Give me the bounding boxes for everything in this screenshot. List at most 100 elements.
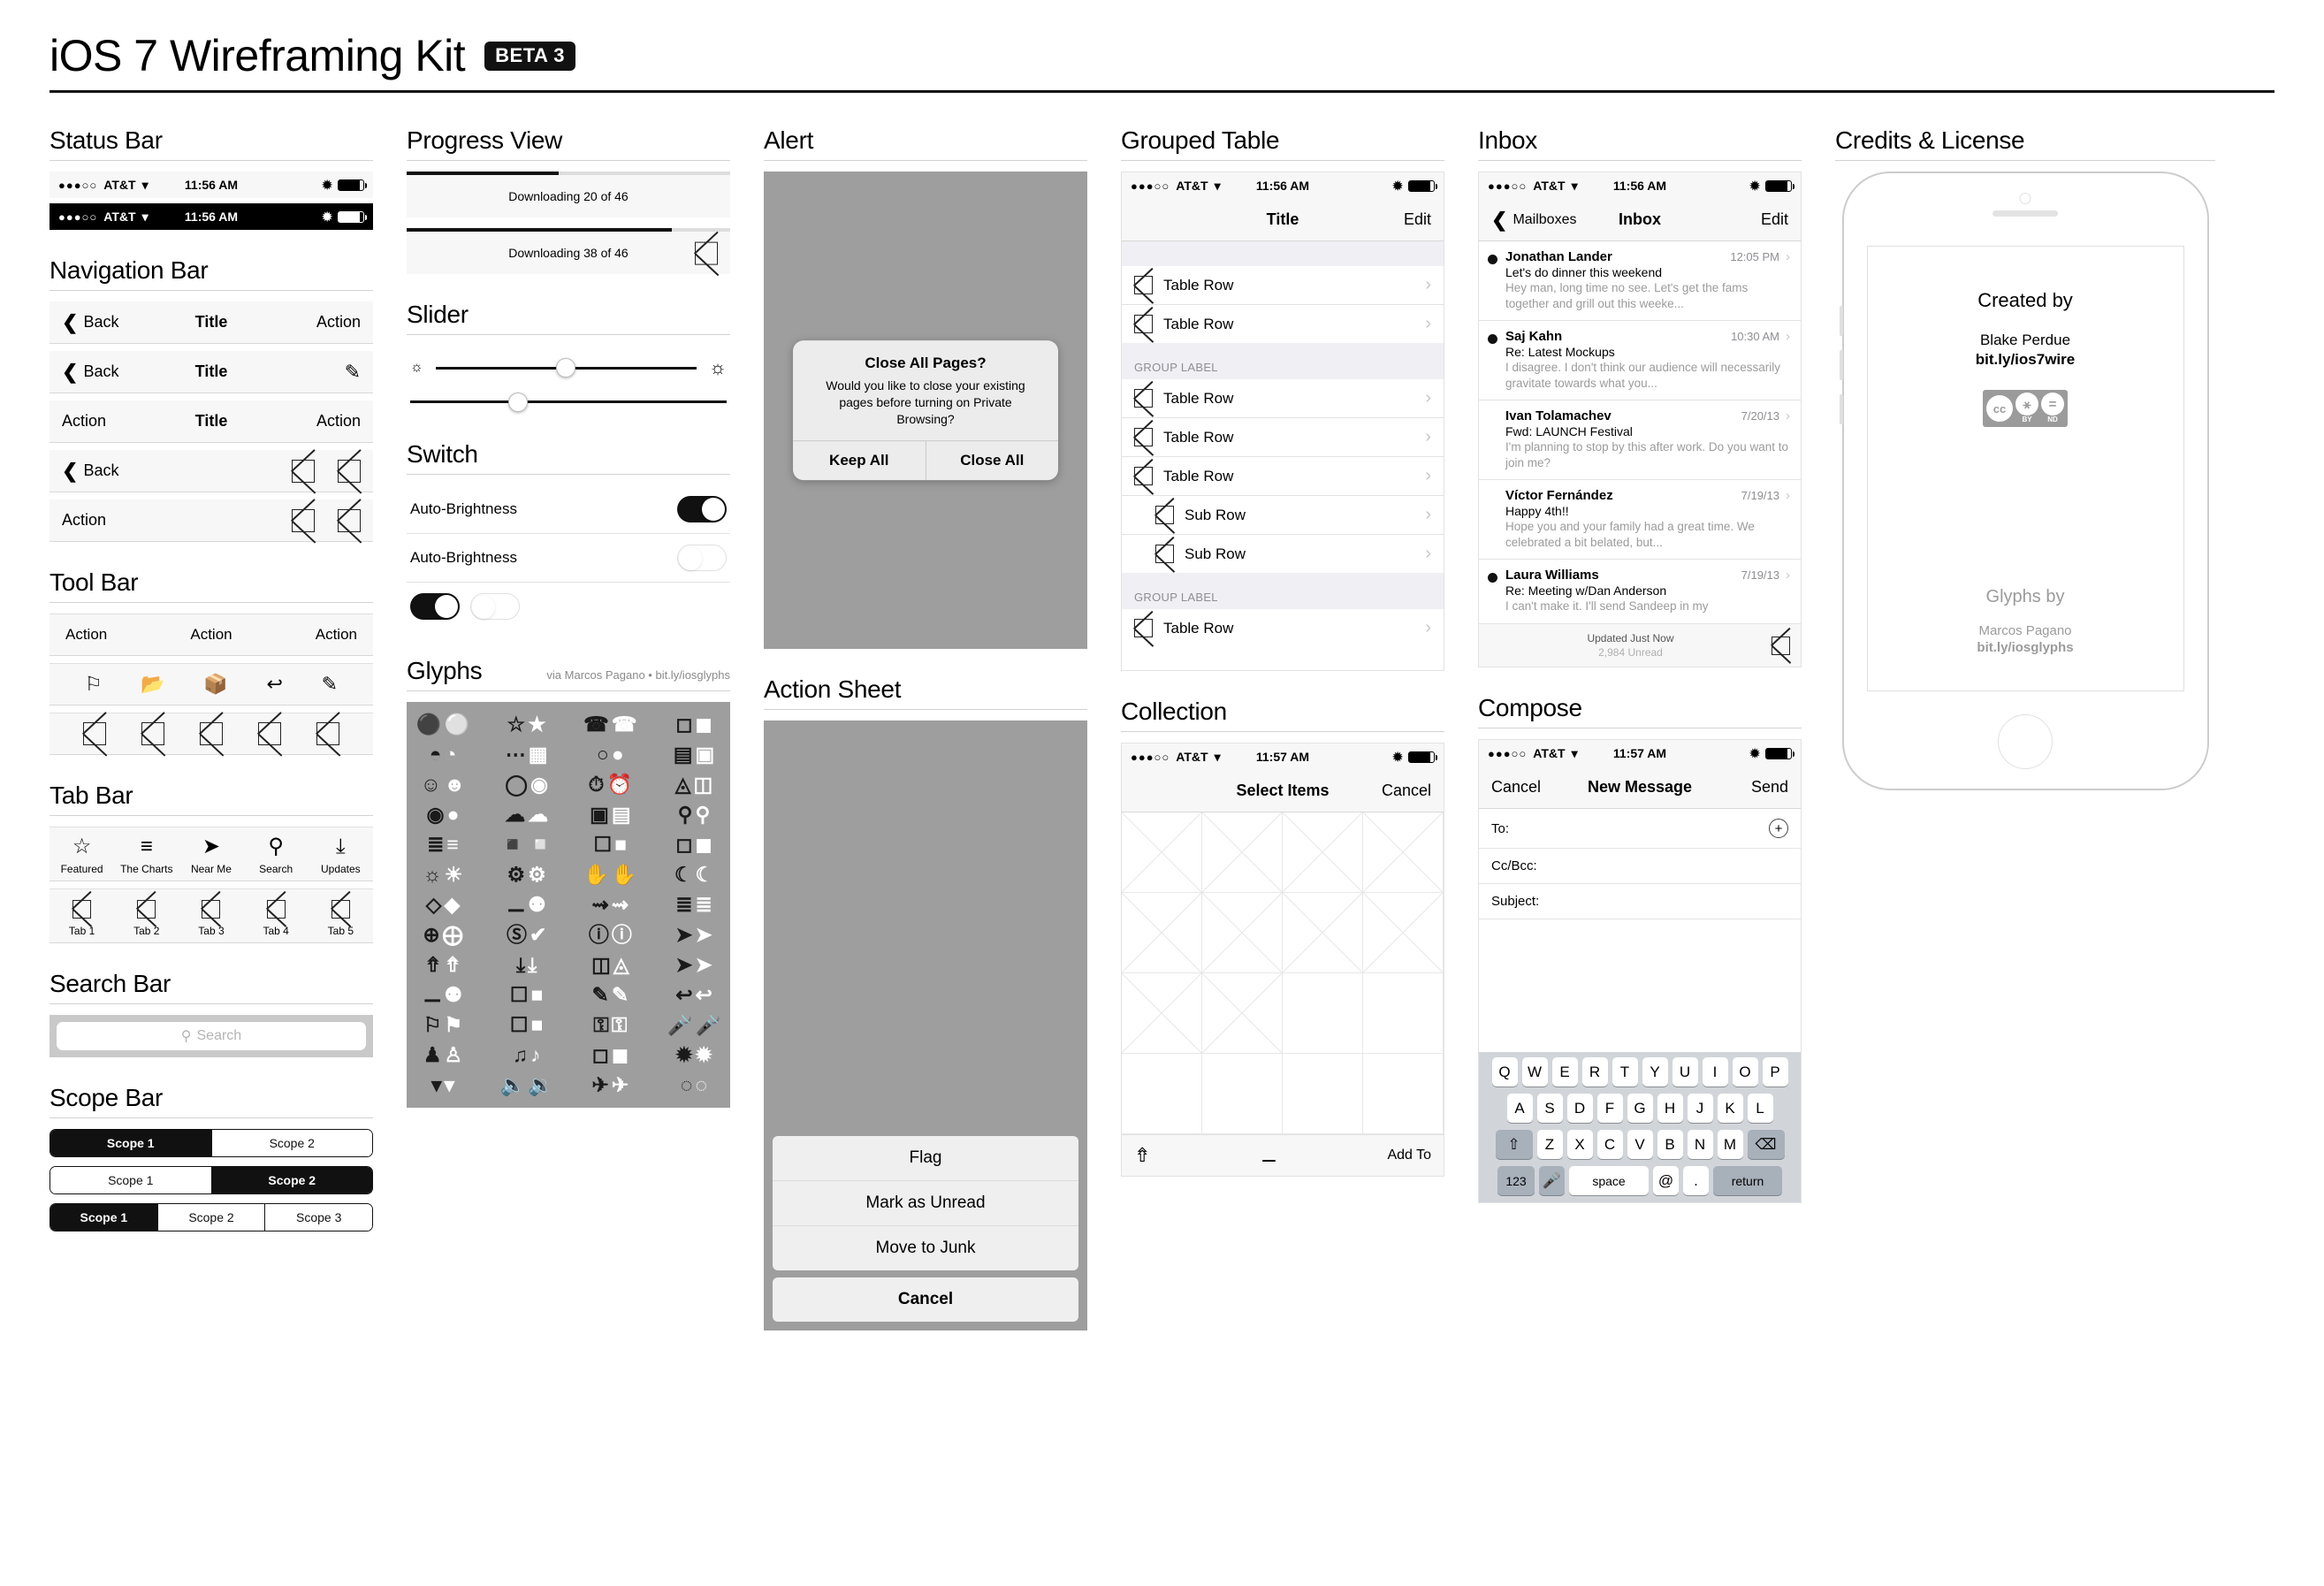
glyphs-url[interactable]: bit.ly/iosglyphs (1977, 640, 2073, 655)
home-button[interactable] (1998, 714, 2053, 769)
volume-down-button[interactable] (1840, 350, 1843, 380)
list-item[interactable]: Ivan Tolamachev7/20/13› Fwd: LAUNCH Fest… (1479, 400, 1801, 480)
table-row[interactable]: Table Row› (1122, 456, 1444, 495)
action-button-left[interactable]: Action (62, 511, 106, 530)
table-row[interactable]: Table Row› (1122, 417, 1444, 456)
key-A[interactable]: A (1507, 1094, 1533, 1123)
tab-the-charts[interactable]: ≡The Charts (117, 835, 177, 875)
plus-circle-icon[interactable]: + (1769, 819, 1788, 838)
edit-button[interactable]: Edit (1404, 210, 1431, 229)
table-sub-row[interactable]: Sub Row› (1122, 495, 1444, 534)
scope-option[interactable]: Scope 2 (157, 1204, 265, 1231)
mailboxes-back-button[interactable]: ❮Mailboxes (1491, 210, 1576, 230)
key-K[interactable]: K (1718, 1094, 1743, 1123)
compose-icon[interactable]: ✎ (345, 361, 361, 384)
folder-icon[interactable]: 📂 (141, 673, 164, 696)
key-C[interactable]: C (1597, 1130, 1623, 1159)
back-button[interactable]: ❮Back (62, 461, 118, 481)
auto-brightness-toggle[interactable] (677, 545, 727, 571)
auto-brightness-toggle[interactable] (677, 496, 727, 522)
collection-cell[interactable] (1363, 893, 1444, 973)
reply-icon[interactable]: ↩ (267, 673, 283, 696)
box-x-icon[interactable] (200, 722, 223, 745)
collection-cell[interactable] (1202, 973, 1283, 1054)
compose-icon[interactable] (695, 242, 718, 265)
box-x-icon[interactable] (258, 722, 281, 745)
tab-5[interactable]: Tab 5 (310, 896, 370, 937)
toolbar-action-1[interactable]: Action (65, 626, 107, 644)
collection-cell-empty[interactable] (1202, 1054, 1283, 1134)
key-Y[interactable]: Y (1642, 1057, 1668, 1087)
cancel-button[interactable]: Cancel (1382, 782, 1431, 800)
list-item[interactable]: Laura Williams7/19/13› Re: Meeting w/Dan… (1479, 560, 1801, 624)
tab-search[interactable]: ⚲Search (246, 835, 306, 875)
scope-option[interactable]: Scope 1 (50, 1130, 211, 1156)
mic-icon[interactable]: 🎤 (1539, 1166, 1565, 1195)
mark-as-unread-button[interactable]: Mark as Unread (773, 1180, 1078, 1225)
key-T[interactable]: T (1612, 1057, 1638, 1087)
collection-cell-empty[interactable] (1283, 973, 1363, 1054)
backspace-icon[interactable]: ⌫ (1748, 1130, 1785, 1159)
message-body-field[interactable] (1479, 919, 1801, 1052)
key-N[interactable]: N (1688, 1130, 1713, 1159)
box-x-icon[interactable] (141, 722, 164, 745)
volume-up-button[interactable] (1840, 306, 1843, 336)
tab-1[interactable]: Tab 1 (52, 896, 112, 937)
key-M[interactable]: M (1718, 1130, 1743, 1159)
cc-bcc-field[interactable]: Cc/Bcc: (1479, 849, 1801, 884)
key-E[interactable]: E (1552, 1057, 1578, 1087)
box-x-icon[interactable] (338, 460, 361, 483)
slider-knob[interactable] (556, 358, 575, 377)
collection-cell[interactable] (1363, 812, 1444, 893)
key-Q[interactable]: Q (1492, 1057, 1518, 1087)
key-O[interactable]: O (1733, 1057, 1758, 1087)
table-row[interactable]: Table Row› (1122, 609, 1444, 647)
collection-cell[interactable] (1122, 893, 1202, 973)
box-x-icon[interactable] (83, 722, 106, 745)
action-button[interactable]: Action (316, 313, 361, 332)
tab-featured[interactable]: ☆Featured (52, 835, 112, 875)
send-button[interactable]: Send (1751, 778, 1788, 797)
toggle-on[interactable] (410, 593, 460, 620)
flag-icon[interactable]: ⚐ (85, 673, 103, 696)
list-item[interactable]: Víctor Fernández7/19/13› Happy 4th!! Hop… (1479, 480, 1801, 560)
collection-cell[interactable] (1283, 812, 1363, 893)
table-row[interactable]: Table Row› (1122, 266, 1444, 304)
list-item[interactable]: Saj Kahn10:30 AM› Re: Latest Mockups I d… (1479, 321, 1801, 400)
compose-icon[interactable]: ✎ (322, 673, 338, 696)
key-I[interactable]: I (1703, 1057, 1728, 1087)
tab-near-me[interactable]: ➤Near Me (181, 835, 241, 875)
cancel-button[interactable]: Cancel (773, 1277, 1078, 1322)
key-D[interactable]: D (1567, 1094, 1593, 1123)
key-period[interactable]: . (1683, 1166, 1709, 1195)
collection-cell-empty[interactable] (1363, 973, 1444, 1054)
mute-switch[interactable] (1840, 394, 1843, 424)
archive-icon[interactable]: 📦 (203, 673, 227, 696)
move-to-junk-button[interactable]: Move to Junk (773, 1225, 1078, 1270)
scope-option[interactable]: Scope 1 (50, 1167, 211, 1193)
collection-cell[interactable] (1283, 893, 1363, 973)
collection-cell-empty[interactable] (1122, 1054, 1202, 1134)
box-x-icon[interactable] (316, 722, 339, 745)
tab-updates[interactable]: ⤓Updates (310, 835, 370, 875)
key-Z[interactable]: Z (1537, 1130, 1563, 1159)
key-return[interactable]: return (1713, 1166, 1782, 1195)
cancel-button[interactable]: Cancel (1491, 778, 1541, 797)
collection-cell-empty[interactable] (1363, 1054, 1444, 1134)
shift-icon[interactable]: ⇧ (1496, 1130, 1533, 1159)
box-x-icon[interactable] (338, 509, 361, 532)
key-space[interactable]: space (1569, 1166, 1649, 1195)
edit-button[interactable]: Edit (1761, 210, 1788, 229)
slider-track[interactable] (410, 400, 727, 403)
key-W[interactable]: W (1522, 1057, 1548, 1087)
tab-3[interactable]: Tab 3 (181, 896, 241, 937)
search-input[interactable]: ⚲ Search (57, 1022, 366, 1050)
tab-2[interactable]: Tab 2 (117, 896, 177, 937)
collection-cell[interactable] (1202, 893, 1283, 973)
back-button[interactable]: ❮Back (62, 362, 118, 382)
collection-cell-empty[interactable] (1283, 1054, 1363, 1134)
subject-field[interactable]: Subject: (1479, 884, 1801, 919)
flag-button[interactable]: Flag (773, 1136, 1078, 1180)
key-at[interactable]: @ (1653, 1166, 1679, 1195)
key-G[interactable]: G (1627, 1094, 1653, 1123)
